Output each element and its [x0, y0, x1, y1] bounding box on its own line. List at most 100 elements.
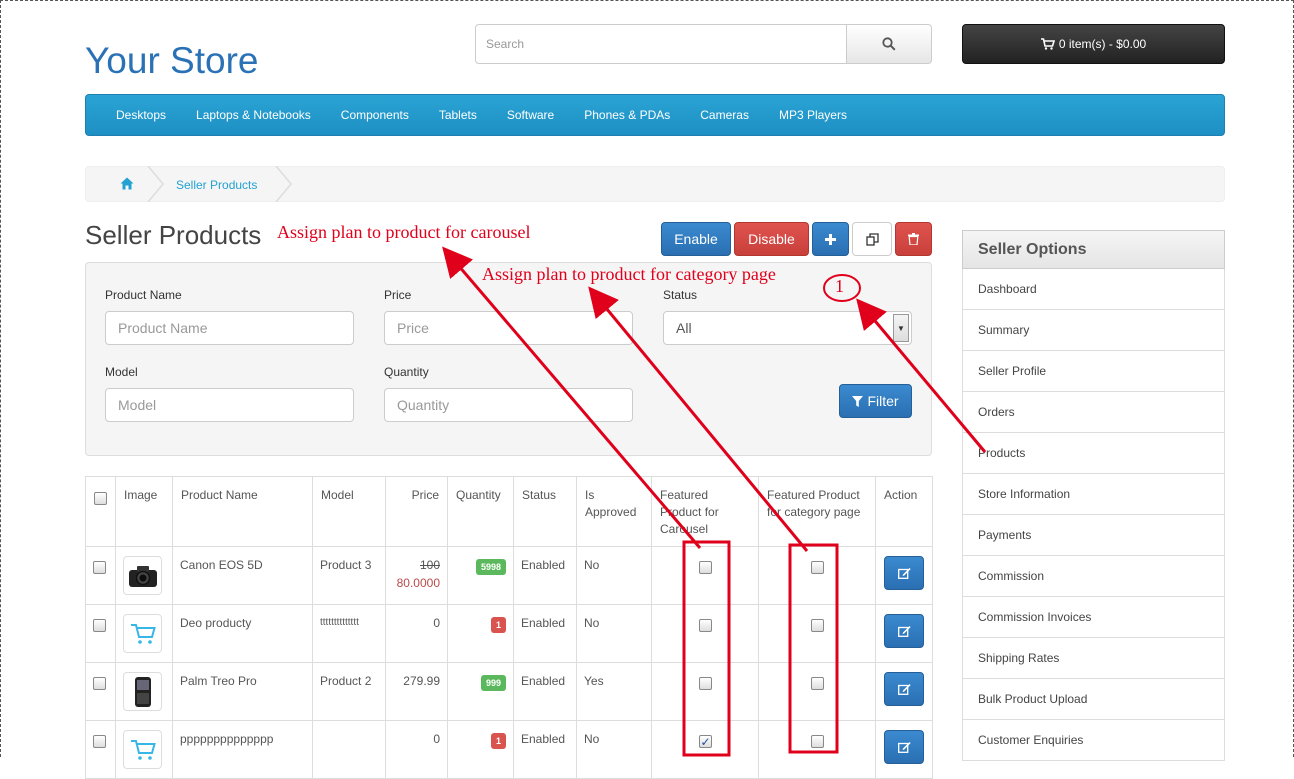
filter-button[interactable]: Filter	[839, 384, 912, 418]
home-icon[interactable]	[120, 177, 134, 190]
featured-carousel-checkbox[interactable]	[698, 561, 712, 574]
row-checkbox[interactable]	[93, 619, 106, 632]
search-input[interactable]	[475, 24, 847, 64]
menu-item-software[interactable]: Software	[492, 108, 569, 122]
product-thumbnail[interactable]	[123, 672, 162, 711]
filter-button-label: Filter	[867, 393, 899, 409]
col-product-name[interactable]: Product Name	[172, 476, 313, 547]
featured-category-checkbox[interactable]	[810, 619, 824, 632]
featured-category-checkbox[interactable]	[810, 735, 824, 748]
select-all-checkbox[interactable]	[94, 492, 107, 505]
product-status: Enabled	[513, 720, 577, 779]
sidebar-item-store-information[interactable]: Store Information	[962, 474, 1225, 515]
col-status[interactable]: Status	[513, 476, 577, 547]
breadcrumb-separator	[147, 166, 164, 202]
disable-button[interactable]: Disable	[734, 222, 809, 256]
menu-item-phones[interactable]: Phones & PDAs	[569, 108, 685, 122]
trash-icon	[908, 233, 919, 245]
sidebar-item-payments[interactable]: Payments	[962, 515, 1225, 556]
product-name: Palm Treo Pro	[172, 662, 313, 721]
seller-options-sidebar: Seller Options Dashboard Summary Seller …	[962, 230, 1225, 761]
col-approved: Is Approved	[576, 476, 652, 547]
camera-icon	[128, 565, 157, 587]
product-model: Product 3	[312, 546, 386, 605]
status-label: Status	[663, 288, 698, 302]
product-status: Enabled	[513, 662, 577, 721]
delete-button[interactable]	[895, 222, 932, 256]
sidebar-item-summary[interactable]: Summary	[962, 310, 1225, 351]
quantity-badge: 1	[490, 617, 506, 633]
product-thumbnail[interactable]	[123, 730, 162, 769]
col-price[interactable]: Price	[385, 476, 448, 547]
quantity-input[interactable]: Quantity	[384, 388, 633, 422]
search-icon	[882, 37, 896, 51]
table-row: pppppppppppppp 0 1 Enabled No	[85, 720, 933, 779]
price-label: Price	[384, 288, 412, 302]
funnel-icon	[852, 395, 864, 407]
product-status: Enabled	[513, 604, 577, 663]
featured-carousel-checkbox[interactable]	[698, 733, 712, 751]
col-action: Action	[875, 476, 933, 547]
product-thumbnail[interactable]	[123, 556, 162, 595]
menu-item-mp3[interactable]: MP3 Players	[764, 108, 862, 122]
enable-button[interactable]: Enable	[661, 222, 731, 256]
model-label: Model	[105, 365, 138, 379]
cart-button[interactable]: 0 item(s) - $0.00	[962, 24, 1225, 64]
sidebar-item-commission-invoices[interactable]: Commission Invoices	[962, 597, 1225, 638]
edit-icon	[897, 568, 911, 579]
search-button[interactable]	[847, 24, 932, 64]
quantity-label: Quantity	[384, 365, 429, 379]
sidebar-item-customer-enquiries[interactable]: Customer Enquiries	[962, 720, 1225, 761]
menu-item-tablets[interactable]: Tablets	[424, 108, 492, 122]
table-header-row: Image Product Name Model Price Quantity …	[85, 476, 933, 547]
sidebar-item-bulk-upload[interactable]: Bulk Product Upload	[962, 679, 1225, 720]
menu-item-laptops[interactable]: Laptops & Notebooks	[181, 108, 326, 122]
edit-button[interactable]	[884, 730, 924, 764]
product-approved: Yes	[576, 662, 652, 721]
copy-button[interactable]	[852, 222, 892, 256]
price-input[interactable]: Price	[384, 311, 633, 345]
row-checkbox[interactable]	[93, 677, 106, 690]
col-image: Image	[115, 476, 173, 547]
annotation-category: Assign plan to product for category page	[482, 264, 776, 284]
featured-carousel-checkbox[interactable]	[698, 619, 712, 632]
featured-category-checkbox[interactable]	[810, 677, 824, 690]
sidebar-item-orders[interactable]: Orders	[962, 392, 1225, 433]
row-checkbox[interactable]	[93, 561, 106, 574]
featured-category-checkbox[interactable]	[810, 561, 824, 574]
edit-button[interactable]	[884, 672, 924, 706]
product-thumbnail[interactable]	[123, 614, 162, 653]
sidebar-item-shipping-rates[interactable]: Shipping Rates	[962, 638, 1225, 679]
product-name: Canon EOS 5D	[172, 546, 313, 605]
product-name-input[interactable]: Product Name	[105, 311, 354, 345]
dropdown-arrow-icon[interactable]: ▼	[893, 314, 909, 342]
sidebar-item-dashboard[interactable]: Dashboard	[962, 269, 1225, 310]
breadcrumb-seller-products[interactable]: Seller Products	[176, 178, 257, 192]
col-featured-category: Featured Product for category page	[758, 476, 876, 547]
row-checkbox[interactable]	[93, 735, 106, 748]
edit-button[interactable]	[884, 614, 924, 648]
status-select-value: All	[676, 320, 692, 336]
plus-icon	[825, 233, 836, 245]
col-quantity[interactable]: Quantity	[447, 476, 514, 547]
sidebar-item-seller-profile[interactable]: Seller Profile	[962, 351, 1225, 392]
add-button[interactable]	[812, 222, 849, 256]
model-input[interactable]: Model	[105, 388, 354, 422]
menu-item-components[interactable]: Components	[326, 108, 424, 122]
menu-item-cameras[interactable]: Cameras	[685, 108, 764, 122]
product-status: Enabled	[513, 546, 577, 605]
top-menu: Desktops Laptops & Notebooks Components …	[85, 94, 1225, 136]
product-name: pppppppppppppp	[172, 720, 313, 779]
col-featured-carousel: Featured Product for Carousel	[651, 476, 759, 547]
store-logo[interactable]: Your Store	[85, 40, 258, 82]
product-approved: No	[576, 604, 652, 663]
col-model[interactable]: Model	[312, 476, 386, 547]
sidebar-item-products[interactable]: Products	[962, 433, 1225, 474]
edit-button[interactable]	[884, 556, 924, 590]
product-name: Deo producty	[172, 604, 313, 663]
sidebar-item-commission[interactable]: Commission	[962, 556, 1225, 597]
status-select[interactable]: All ▼	[663, 311, 912, 345]
menu-item-desktops[interactable]: Desktops	[101, 108, 181, 122]
products-table: Image Product Name Model Price Quantity …	[85, 476, 933, 779]
featured-carousel-checkbox[interactable]	[698, 677, 712, 690]
